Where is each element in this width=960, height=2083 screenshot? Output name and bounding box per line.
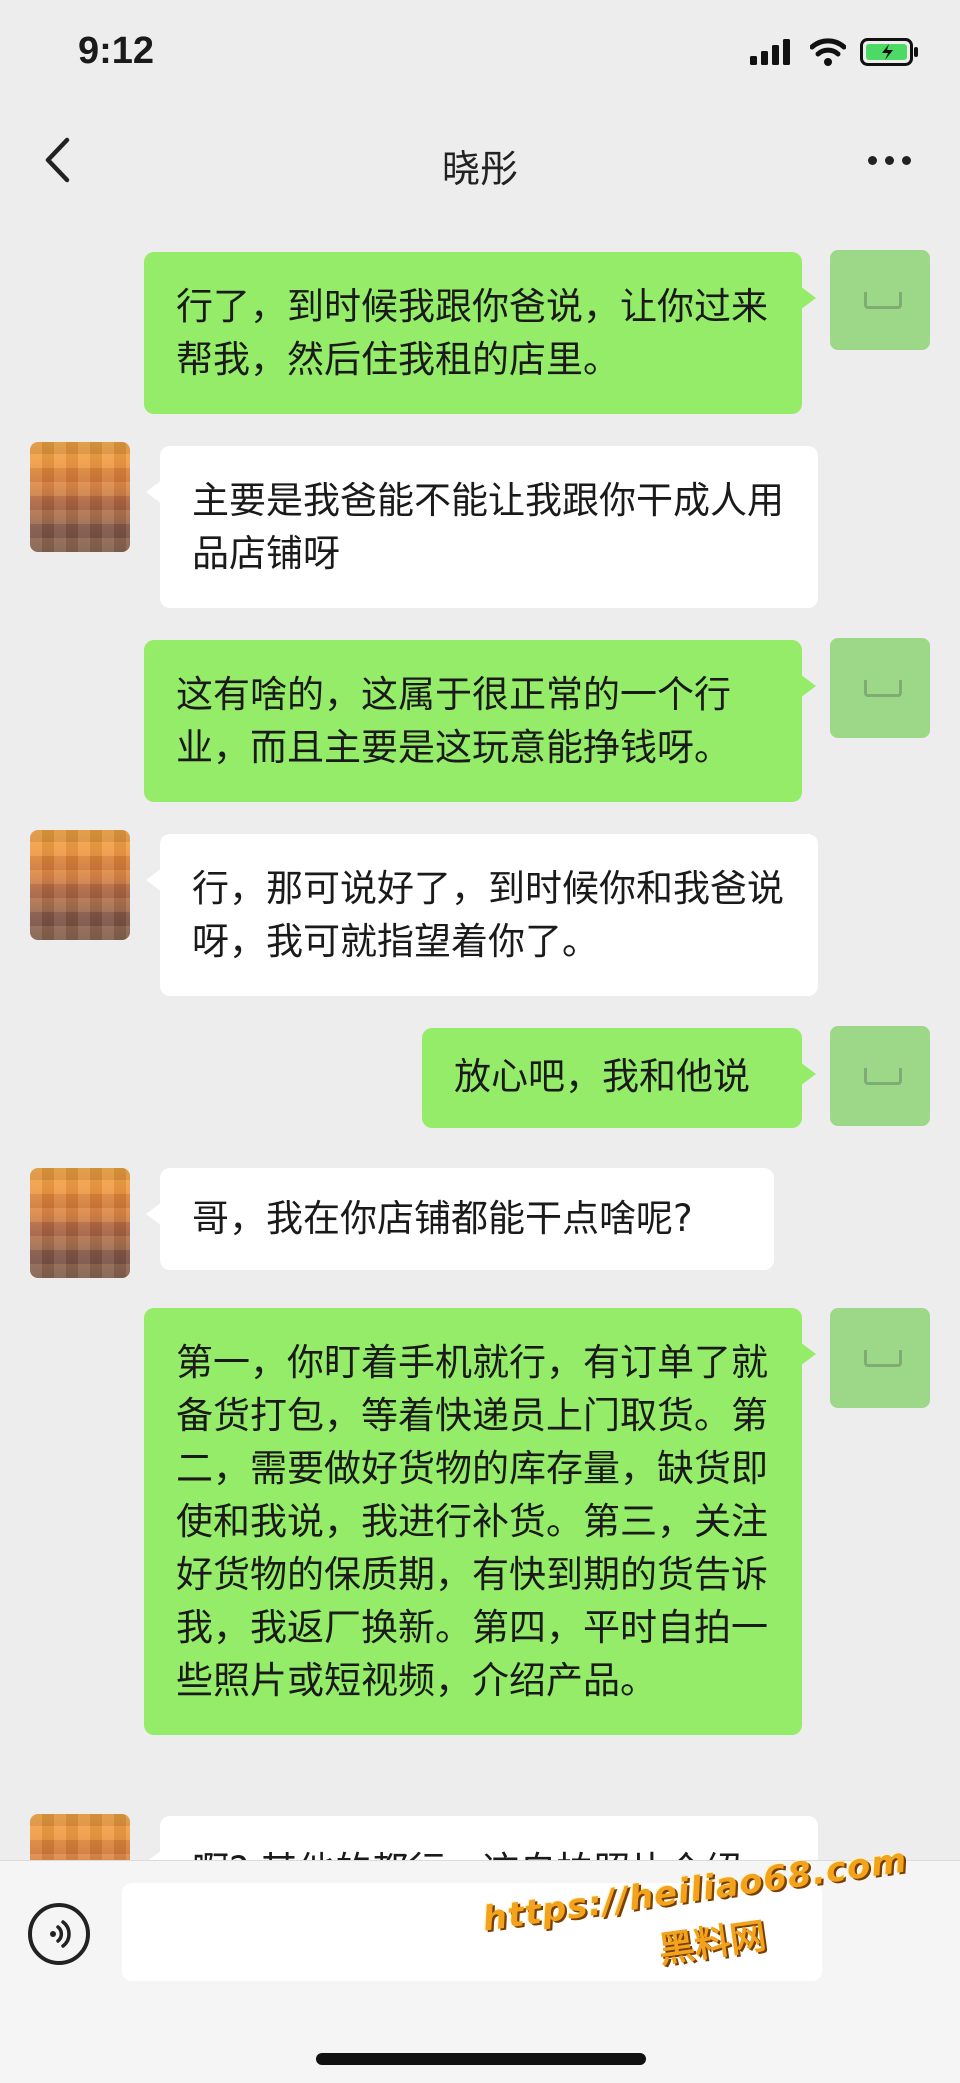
contact-avatar[interactable]	[30, 1168, 130, 1278]
contact-avatar[interactable]	[30, 1814, 130, 1860]
status-time: 9:12	[78, 30, 155, 72]
chat-area[interactable]: 行了，到时候我跟你爸说，让你过来帮我，然后住我租的店里。 主要是我爸能不能让我跟…	[0, 210, 960, 1860]
battery-icon	[860, 38, 918, 66]
message-bubble-self[interactable]: 行了，到时候我跟你爸说，让你过来帮我，然后住我租的店里。	[144, 252, 816, 414]
message-bubble-other[interactable]: 哥，我在你店铺都能干点啥呢?	[146, 1168, 774, 1270]
voice-button[interactable]	[28, 1903, 90, 1965]
message-bubble-other[interactable]: 行，那可说好了，到时候你和我爸说呀，我可就指望着你了。	[146, 834, 818, 996]
contact-avatar[interactable]	[30, 442, 130, 552]
more-dot	[884, 155, 894, 165]
message-bubble-other[interactable]: 啊? 其他的都行，这自拍照片介绍	[146, 1816, 818, 1860]
message-bubble-self[interactable]: 第一，你盯着手机就行，有订单了就备货打包，等着快递员上门取货。第二，需要做好货物…	[144, 1308, 816, 1735]
message-bubble-other[interactable]: 主要是我爸能不能让我跟你干成人用品店铺呀	[146, 446, 818, 608]
message-input[interactable]	[122, 1883, 822, 1981]
my-avatar[interactable]	[830, 1308, 930, 1408]
home-indicator[interactable]	[316, 2053, 646, 2065]
message-bubble-self[interactable]: 放心吧，我和他说	[422, 1028, 816, 1128]
nav-bar: 晓彤	[0, 110, 960, 210]
message-bubble-self[interactable]: 这有啥的，这属于很正常的一个行业，而且主要是这玩意能挣钱呀。	[144, 640, 816, 802]
my-avatar[interactable]	[830, 638, 930, 738]
contact-avatar[interactable]	[30, 830, 130, 940]
more-button[interactable]	[854, 130, 924, 190]
input-bar	[0, 1860, 960, 2083]
status-bar: 9:12	[0, 0, 960, 110]
signal-icon	[750, 39, 790, 65]
wifi-icon	[810, 38, 846, 66]
status-icons	[750, 38, 920, 66]
my-avatar[interactable]	[830, 1026, 930, 1126]
more-dots-icon	[867, 155, 877, 165]
more-dot	[901, 155, 911, 165]
voice-icon	[50, 1920, 71, 1948]
chat-title: 晓彤	[441, 147, 518, 191]
my-avatar[interactable]	[830, 250, 930, 350]
